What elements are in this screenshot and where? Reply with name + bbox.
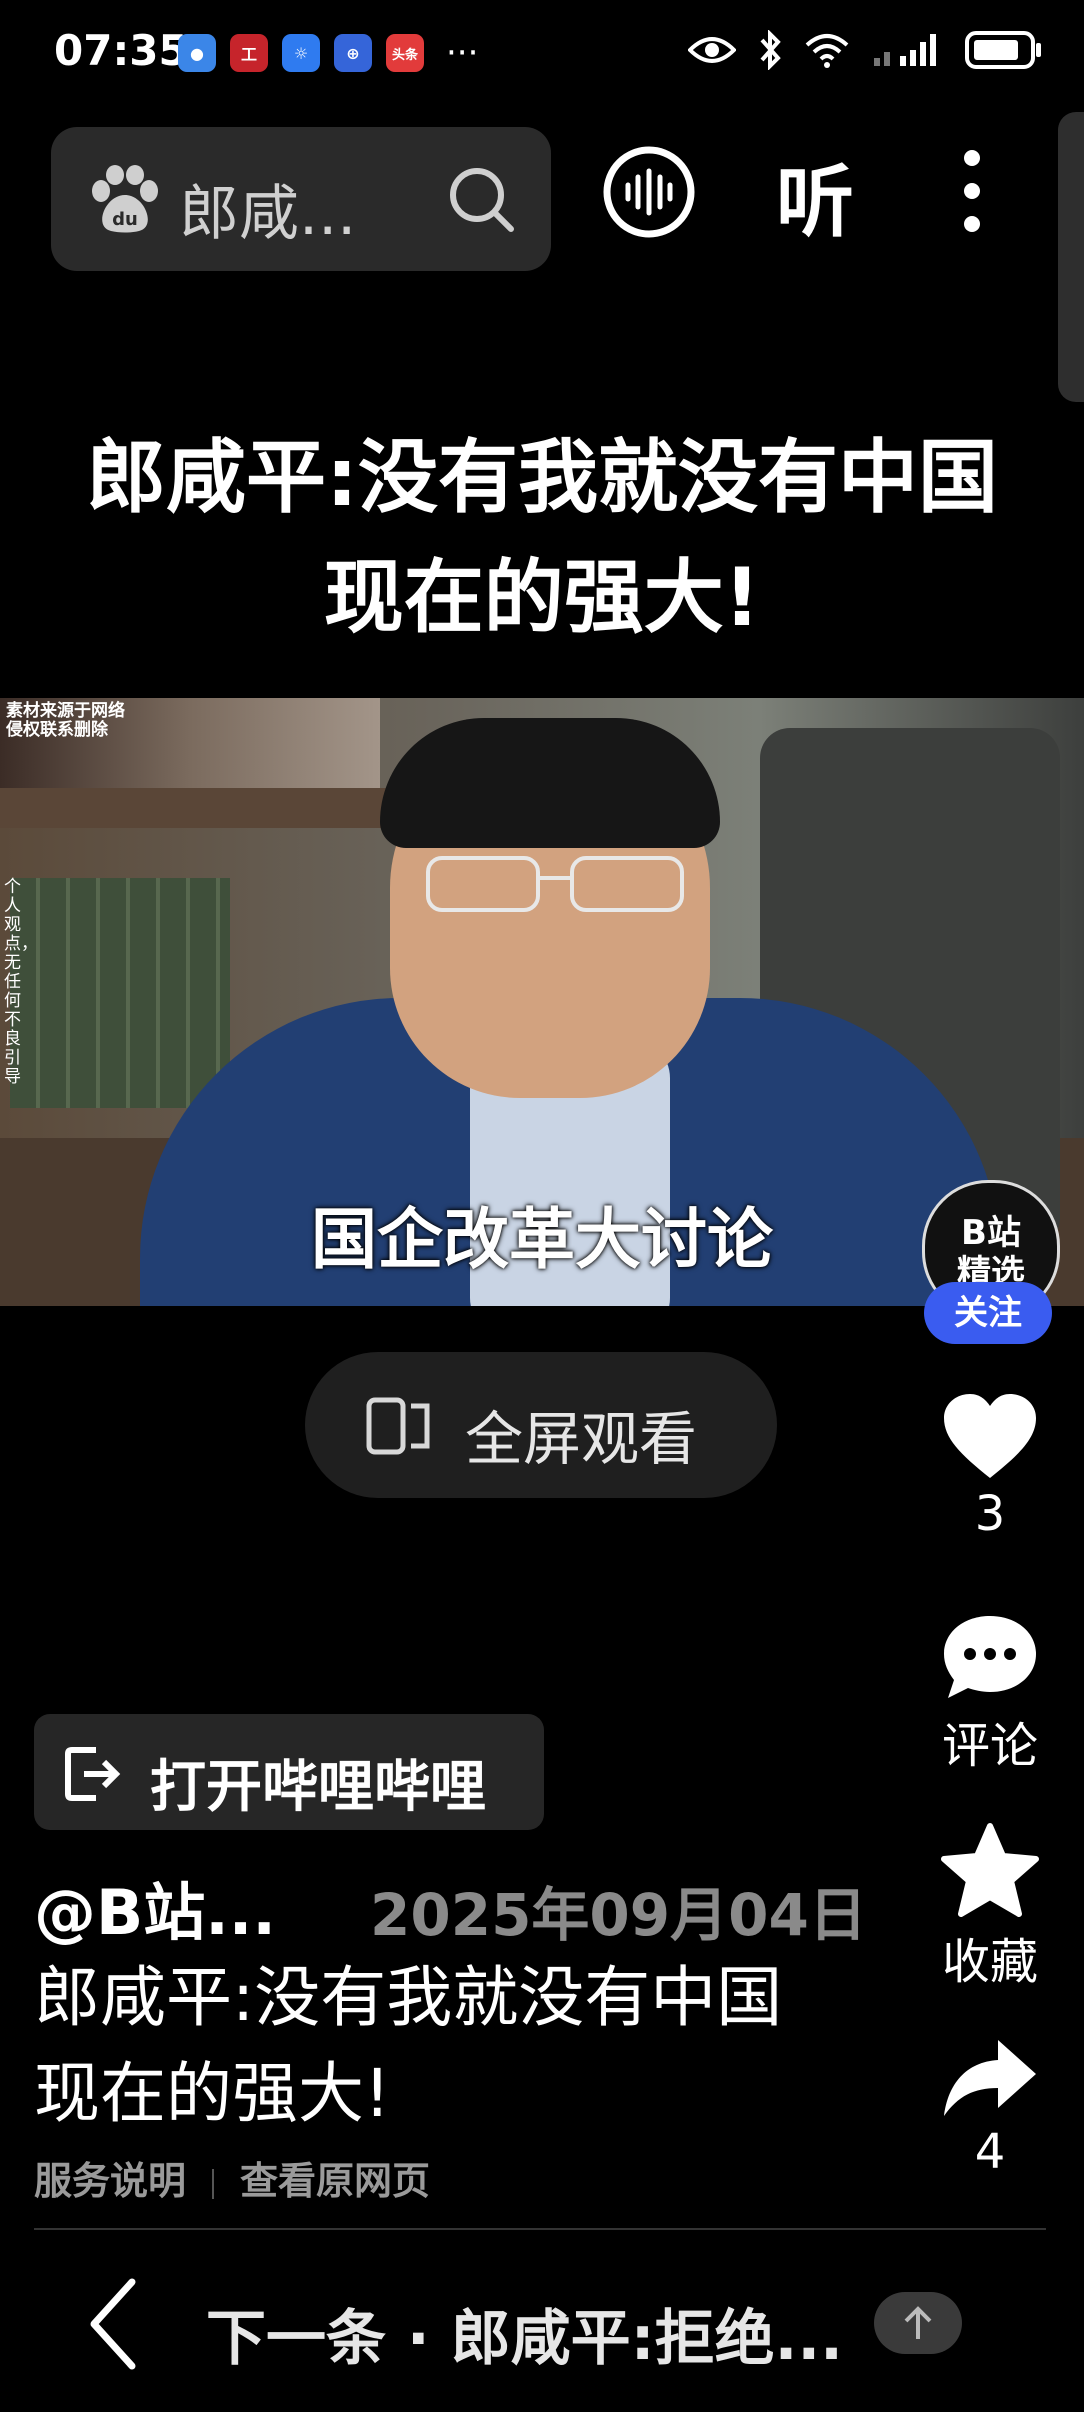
- post-date: 2025年09月04日: [370, 1881, 867, 1949]
- globe-app-icon: ⊕: [334, 34, 372, 72]
- status-time: 07:35: [54, 26, 188, 75]
- search-query: 郎咸...: [179, 179, 357, 249]
- more-vertical-icon[interactable]: [955, 148, 989, 234]
- signal-icon: [874, 34, 936, 66]
- bulb-app-icon: ☼: [282, 34, 320, 72]
- description-line2: 现在的强大!: [34, 2055, 391, 2132]
- blue-app-icon: ●: [178, 34, 216, 72]
- fullscreen-button[interactable]: 全屏观看: [305, 1352, 777, 1498]
- search-icon[interactable]: [447, 165, 517, 235]
- view-original-link[interactable]: 查看原网页: [240, 2159, 430, 2203]
- listen-button[interactable]: 听: [776, 140, 854, 252]
- favorite-button[interactable]: 收藏: [930, 1822, 1050, 1992]
- star-icon: [941, 1823, 1039, 1917]
- sound-wave-icon[interactable]: [602, 145, 696, 239]
- open-app-label: 打开哔哩哔哩: [150, 1755, 486, 1820]
- svg-text:du: du: [112, 209, 138, 230]
- arrow-up-icon: [904, 2306, 932, 2339]
- divider: [34, 2228, 1046, 2230]
- fullscreen-label: 全屏观看: [465, 1405, 698, 1473]
- bluetooth-icon: [760, 30, 781, 70]
- battery-icon: [965, 31, 1041, 69]
- open-bilibili-button[interactable]: 打开哔哩哔哩: [34, 1714, 544, 1830]
- page-title-line1: 郎咸平:没有我就没有中国: [86, 431, 998, 524]
- video-player[interactable]: 素材来源于网络 侵权联系删除 个人观点，无任何不良引导 国企改革大讨论: [0, 698, 1084, 1306]
- service-info-link[interactable]: 服务说明: [34, 2159, 186, 2203]
- page-title-line2: 现在的强大!: [323, 551, 761, 644]
- video-person-hair: [380, 718, 720, 848]
- next-item-button[interactable]: 下一条 · 郎咸平:拒绝...: [206, 2290, 843, 2377]
- bank-icon: 工: [230, 34, 268, 72]
- bottom-bar: 下一条 · 郎咸平:拒绝...: [0, 2240, 1084, 2412]
- notification-icons: ● 工 ☼ ⊕ 头条 ···: [178, 34, 478, 72]
- fullscreen-icon: [366, 1397, 430, 1455]
- follow-button[interactable]: 关注: [924, 1282, 1052, 1344]
- footer-links: 服务说明 查看原网页: [34, 2150, 430, 2205]
- toutiao-icon: 头条: [386, 34, 424, 72]
- description-line1: 郎咸平:没有我就没有中国: [34, 1959, 783, 2036]
- search-bar[interactable]: du 郎咸...: [51, 127, 551, 271]
- share-button[interactable]: 4: [930, 2036, 1050, 2180]
- video-description: 郎咸平:没有我就没有中国 现在的强大!: [34, 1950, 894, 2142]
- comment-button[interactable]: 评论: [930, 1612, 1050, 1776]
- scroll-top-button[interactable]: [874, 2292, 962, 2354]
- back-arrow-icon[interactable]: [86, 2276, 138, 2372]
- wifi-icon: [805, 34, 849, 68]
- open-app-icon: [65, 1747, 121, 1801]
- system-icons: [688, 30, 1044, 70]
- video-person-glasses: [426, 856, 684, 912]
- video-subtitle: 国企改革大讨论: [311, 1201, 773, 1278]
- like-button[interactable]: 3: [930, 1392, 1050, 1542]
- share-icon: [944, 2040, 1036, 2116]
- video-disclaimer: 个人观点，无任何不良引导: [4, 877, 38, 1087]
- side-panel-handle[interactable]: [1058, 112, 1084, 402]
- status-bar: 07:35 ● 工 ☼ ⊕ 头条 ···: [0, 0, 1084, 110]
- like-count: 3: [974, 1486, 1006, 1542]
- author-name[interactable]: @B站...: [34, 1862, 276, 1952]
- heart-icon: [944, 1394, 1036, 1478]
- comment-label: 评论: [941, 1718, 1038, 1774]
- baidu-paw-icon: du: [92, 165, 158, 233]
- video-bg-books: [10, 878, 230, 1108]
- more-notifications-icon: ···: [446, 33, 479, 73]
- comment-icon: [944, 1616, 1036, 1698]
- share-count: 4: [974, 2124, 1006, 2180]
- video-bg-shelf-board: [0, 788, 400, 828]
- page-title: 郎咸平:没有我就没有中国 现在的强大!: [0, 418, 1084, 658]
- eye-icon: [688, 37, 736, 63]
- link-divider: [212, 2168, 215, 2199]
- video-source-note: 素材来源于网络 侵权联系删除: [6, 701, 125, 740]
- favorite-label: 收藏: [941, 1934, 1038, 1990]
